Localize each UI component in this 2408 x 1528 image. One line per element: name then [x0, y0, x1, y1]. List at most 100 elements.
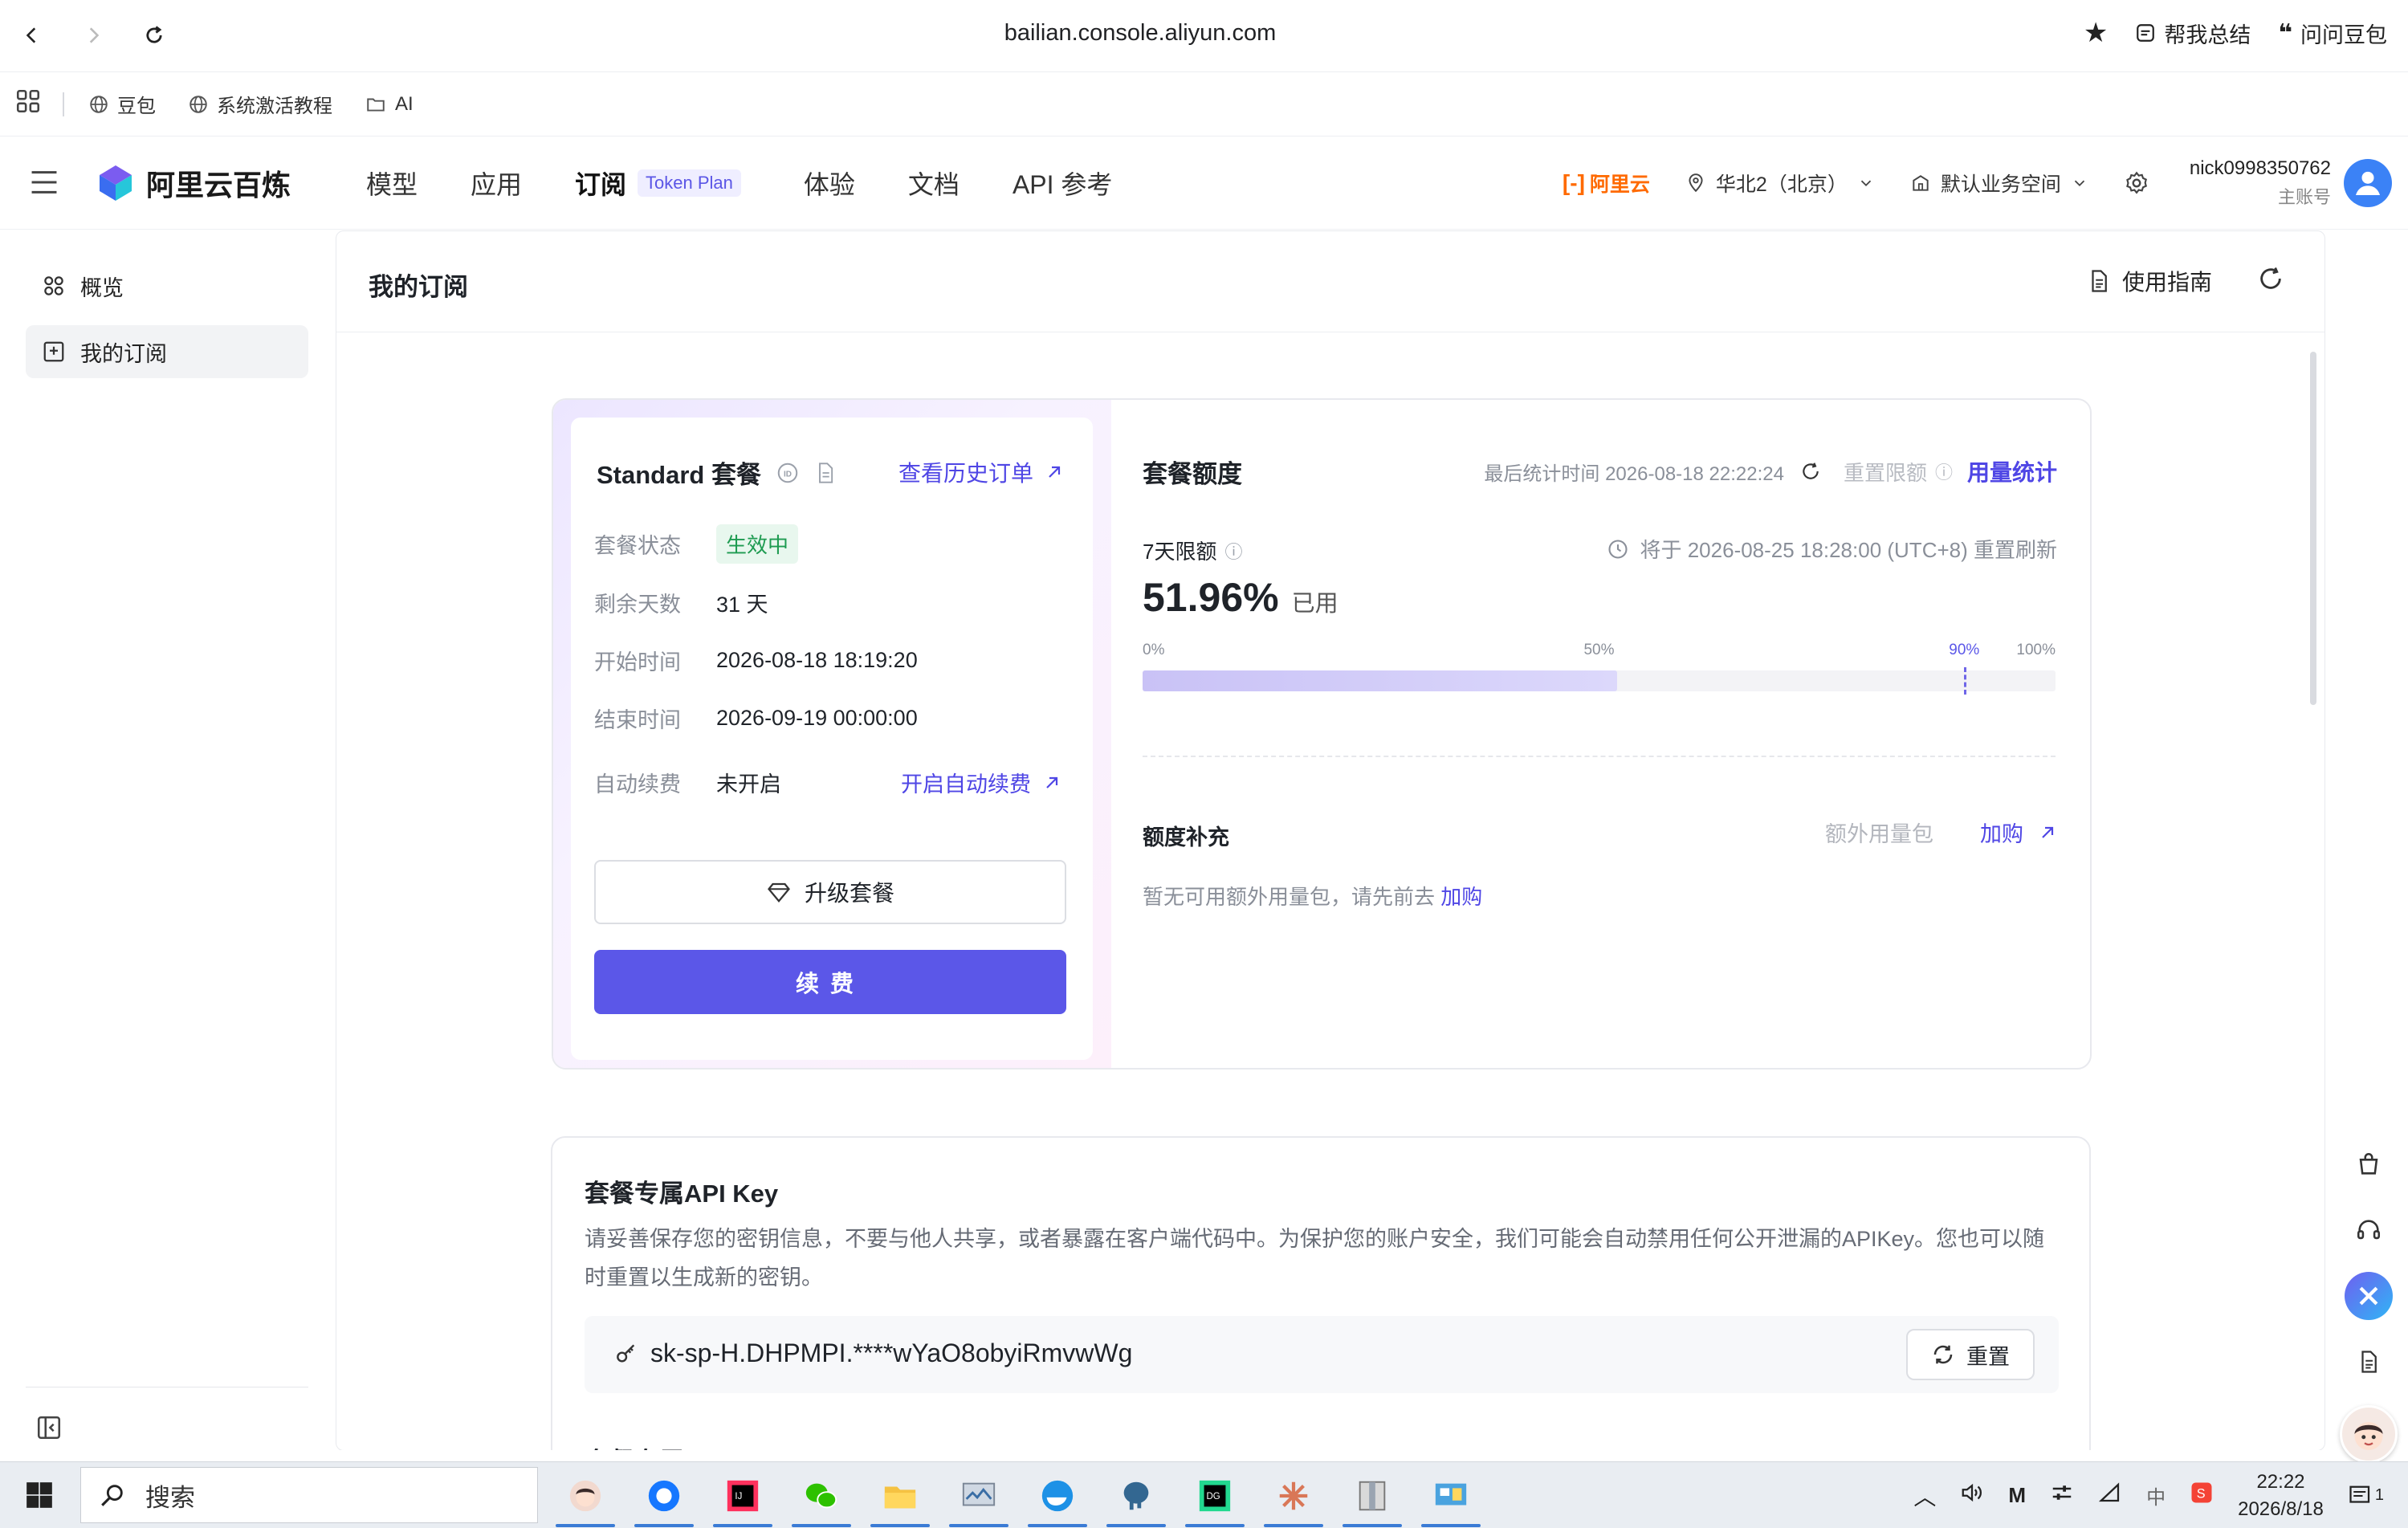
taskbar-app-browser[interactable]	[625, 1462, 703, 1528]
app-header: 阿里云百炼 模型 应用 订阅 Token Plan 体验 文档 API 参考 […	[0, 137, 2408, 230]
start-button[interactable]	[24, 1480, 55, 1514]
diamond-icon	[768, 882, 790, 903]
tab-subscription[interactable]: 订阅 Token Plan	[575, 165, 741, 202]
tab-models[interactable]: 模型	[366, 165, 418, 202]
back-button[interactable]	[14, 18, 50, 53]
location-icon	[1689, 173, 1703, 193]
address-bar[interactable]: bailian.console.aliyun.com	[803, 14, 1477, 51]
tray-app-m-icon[interactable]: M	[2008, 1483, 2026, 1508]
forward-icon	[89, 27, 100, 43]
wifi-icon[interactable]	[2098, 1481, 2122, 1510]
notes-button[interactable]	[2345, 1338, 2393, 1386]
reload-icon	[146, 26, 162, 43]
cart-icon	[2359, 1152, 2378, 1175]
document-icon	[2092, 270, 2107, 292]
forward-button[interactable]	[75, 18, 111, 53]
plan-status-row: 套餐状态 生效中	[594, 524, 799, 564]
enable-auto-renew-link[interactable]: 开启自动续费	[901, 767, 1061, 798]
taskbar-app-docker[interactable]	[1018, 1462, 1097, 1528]
usage-stats-link[interactable]: 用量统计	[1967, 455, 2057, 487]
tab-docs[interactable]: 文档	[908, 165, 960, 202]
user-info[interactable]: nick0998350762 主账号	[2190, 154, 2331, 212]
workspace-selector[interactable]: 默认业务空间	[1910, 169, 2088, 198]
region-selector[interactable]: 华北2（北京）	[1685, 169, 1875, 198]
api-key-card: 套餐专属API Key 请妥善保存您的密钥信息，不要与他人共享，或者暴露在客户端…	[551, 1136, 2091, 1473]
taskbar-app-explorer[interactable]	[861, 1462, 939, 1528]
taskbar-app-intellij[interactable]: IJ	[703, 1462, 782, 1528]
taskbar-app-remote[interactable]	[1412, 1462, 1490, 1528]
taskbar-app-claude[interactable]	[1254, 1462, 1333, 1528]
apps-grid-icon[interactable]	[14, 88, 42, 120]
bookmark-folder-ai[interactable]: AI	[365, 93, 414, 116]
sidebar-collapse-button[interactable]	[35, 1414, 63, 1445]
quota-title: 套餐额度	[1143, 460, 1242, 488]
start-time-row: 开始时间 2026-08-18 18:19:20	[594, 648, 918, 674]
avatar-face-icon	[2354, 1422, 2383, 1450]
tab-api-reference[interactable]: API 参考	[1013, 165, 1112, 202]
bookmark-star-icon[interactable]: ★	[2084, 17, 2108, 49]
content-scrollbar[interactable]	[2310, 352, 2316, 705]
ime-indicator[interactable]: 中	[2146, 1481, 2166, 1510]
taskbar-app-postgres[interactable]	[1097, 1462, 1175, 1528]
buy-link-inline[interactable]: 加购	[1440, 885, 1482, 909]
sidebar-item-my-subscription[interactable]: 我的订阅	[26, 325, 308, 378]
building-icon	[1913, 175, 1929, 191]
api-key-box: sk-sp-H.DHPMPI.****wYaO8obyiRmvwWg 重置	[585, 1316, 2059, 1393]
taskbar-app-archive[interactable]	[1333, 1462, 1412, 1528]
extra-pack-label: 额外用量包	[1825, 822, 1933, 846]
api-key-value[interactable]: sk-sp-H.DHPMPI.****wYaO8obyiRmvwWg	[613, 1339, 1132, 1368]
support-button[interactable]	[2345, 1206, 2393, 1254]
usage-guide-link[interactable]: 使用指南	[2087, 265, 2212, 297]
taskbar-app-wechat[interactable]	[782, 1462, 861, 1528]
upgrade-plan-button[interactable]: 升级套餐	[594, 860, 1066, 924]
status-badge: 生效中	[716, 524, 799, 564]
taskbar-app-doubao[interactable]	[546, 1462, 625, 1528]
tick-0: 0%	[1143, 642, 1165, 658]
ask-doubao-button[interactable]: ❝ 问问豆包	[2278, 18, 2387, 49]
taskbar-app-monitor[interactable]	[939, 1462, 1018, 1528]
aliyun-home-link[interactable]: [-] 阿里云	[1563, 169, 1650, 198]
close-x-icon	[2359, 1286, 2378, 1306]
globe-icon	[189, 95, 207, 113]
tab-apps[interactable]: 应用	[471, 165, 522, 202]
settings-button[interactable]	[2124, 170, 2149, 196]
page-header: 我的订阅 使用指南	[336, 231, 2324, 332]
taskbar-search[interactable]: 搜索	[80, 1467, 538, 1523]
tab-experience[interactable]: 体验	[804, 165, 855, 202]
avatar[interactable]	[2344, 159, 2392, 207]
usage-percentage: 51.96% 已用	[1143, 575, 1338, 620]
quota-refresh-button[interactable]	[1800, 461, 1821, 482]
cart-button[interactable]	[2345, 1140, 2393, 1188]
window-label: 7天限额 ⓘ	[1143, 536, 1242, 565]
reset-key-button[interactable]: 重置	[1906, 1329, 2035, 1380]
chevron-up-icon[interactable]: ︿	[1913, 1480, 1936, 1512]
page-refresh-button[interactable]	[2257, 265, 2284, 296]
summarize-button[interactable]: 帮我总结	[2135, 18, 2251, 49]
renew-button[interactable]: 续费	[594, 950, 1066, 1014]
bookmark-doubao[interactable]: 豆包	[88, 90, 156, 118]
taskbar-app-datagrip[interactable]: DG	[1175, 1462, 1254, 1528]
assistant-button[interactable]	[2345, 1272, 2393, 1320]
api-key-title: 套餐专属API Key	[585, 1180, 779, 1208]
menu-toggle-button[interactable]	[29, 169, 59, 200]
brand-logo[interactable]: 阿里云百炼	[96, 162, 291, 204]
refresh-icon	[1803, 462, 1819, 479]
reload-button[interactable]	[136, 18, 172, 53]
system-tray: ︿ M 中 S 22:22 2026/8/18 1	[1913, 1462, 2384, 1528]
volume-icon[interactable]	[1960, 1481, 1984, 1510]
reset-limit-button[interactable]: 重置限额	[1844, 457, 1927, 487]
aliyun-logo-icon: [-]	[1562, 170, 1585, 195]
buy-extra-link[interactable]: 加购	[1980, 817, 2057, 848]
external-arrow-icon	[1046, 776, 1058, 788]
monitor-app-icon	[962, 1482, 996, 1506]
sogou-ime-icon[interactable]: S	[2190, 1481, 2214, 1510]
notification-button[interactable]: 1	[2348, 1484, 2384, 1508]
sidebar-item-overview[interactable]: 概览	[26, 259, 308, 312]
avatar-assistant-button[interactable]	[2340, 1405, 2398, 1463]
bookmark-activation-guide[interactable]: 系统激活教程	[188, 90, 332, 118]
wechat-icon	[805, 1483, 837, 1508]
taskbar-clock[interactable]: 22:22 2026/8/18	[2238, 1469, 2324, 1523]
sliders-icon[interactable]	[2050, 1481, 2074, 1510]
token-plan-badge: Token Plan	[638, 169, 741, 197]
docker-icon	[1041, 1480, 1074, 1511]
